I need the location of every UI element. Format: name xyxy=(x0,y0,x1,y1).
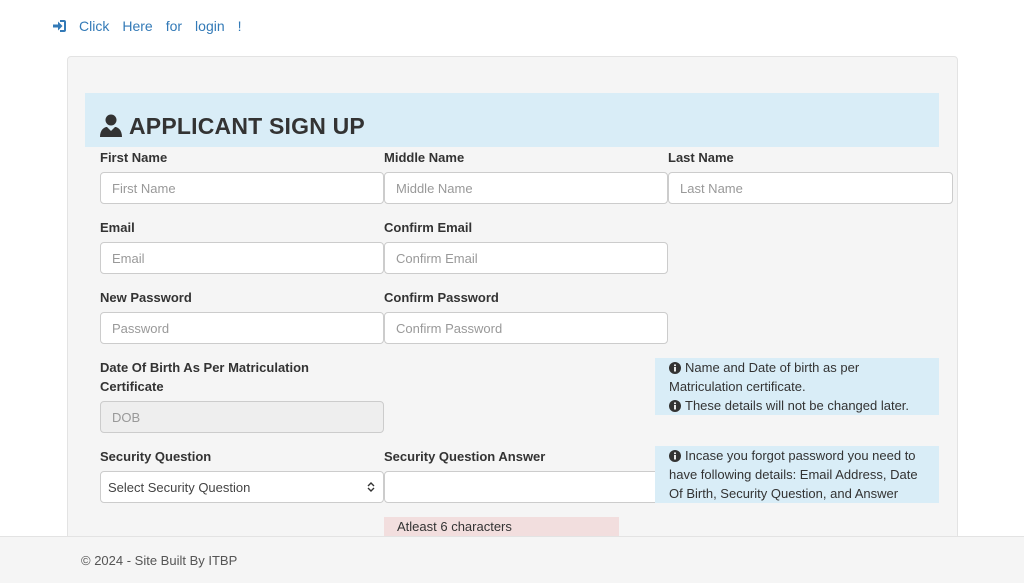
info-circle-icon xyxy=(669,450,681,462)
email-input[interactable] xyxy=(100,242,384,274)
info-line: Incase you forgot password you need to xyxy=(669,446,925,465)
info-circle-icon xyxy=(669,400,681,412)
info-line: Of Birth, Security Question, and Answer xyxy=(669,486,899,501)
login-link-word[interactable]: for xyxy=(166,18,182,34)
recovery-info-box: Incase you forgot password you need to h… xyxy=(655,446,939,503)
security-answer-label: Security Question Answer xyxy=(384,449,546,464)
login-link[interactable]: Click Here for login ! xyxy=(52,18,255,34)
password-hint: Atleast 6 characters xyxy=(384,517,619,537)
security-answer-input[interactable] xyxy=(384,471,668,503)
dob-label-line: Certificate xyxy=(100,379,164,394)
confirm-email-label: Confirm Email xyxy=(384,220,473,235)
new-password-label: New Password xyxy=(100,290,192,305)
page-title: APPLICANT SIGN UP xyxy=(129,112,365,139)
login-link-word[interactable]: ! xyxy=(238,18,242,34)
user-icon xyxy=(100,114,122,137)
dob-label-line: Date Of Birth As Per Matriculation xyxy=(100,360,309,375)
select-arrows-icon xyxy=(367,482,375,492)
email-label: Email xyxy=(100,220,135,235)
last-name-label: Last Name xyxy=(668,150,734,165)
security-question-select[interactable]: Select Security Question xyxy=(100,471,384,503)
info-text: Incase you forgot password you need to xyxy=(685,448,916,463)
dob-input[interactable] xyxy=(100,401,384,433)
security-question-selected: Select Security Question xyxy=(108,479,251,495)
login-link-word[interactable]: login xyxy=(195,18,225,34)
info-line: Matriculation certificate. xyxy=(669,379,806,394)
info-circle-icon xyxy=(669,362,681,374)
confirm-password-label: Confirm Password xyxy=(384,290,499,305)
info-line: Name and Date of birth as per xyxy=(669,358,925,377)
login-link-word[interactable]: Click xyxy=(79,18,109,34)
signup-header: APPLICANT SIGN UP xyxy=(85,93,939,147)
info-line: These details will not be changed later. xyxy=(669,396,925,415)
first-name-label: First Name xyxy=(100,150,168,165)
info-text: Name and Date of birth as per xyxy=(685,360,860,375)
middle-name-input[interactable] xyxy=(384,172,668,204)
dob-info-box: Name and Date of birth as per Matriculat… xyxy=(655,358,939,415)
security-question-label: Security Question xyxy=(100,449,212,464)
sign-in-icon xyxy=(53,20,66,32)
dob-label: Date Of Birth As Per Matriculation Certi… xyxy=(100,358,309,396)
new-password-input[interactable] xyxy=(100,312,384,344)
confirm-email-input[interactable] xyxy=(384,242,668,274)
last-name-input[interactable] xyxy=(668,172,953,204)
footer-text: © 2024 - Site Built By ITBP xyxy=(81,552,238,568)
middle-name-label: Middle Name xyxy=(384,150,465,165)
login-link-word[interactable]: Here xyxy=(122,18,152,34)
info-line: have following details: Email Address, D… xyxy=(669,467,918,482)
first-name-input[interactable] xyxy=(100,172,384,204)
footer: © 2024 - Site Built By ITBP xyxy=(0,536,1024,583)
confirm-password-input[interactable] xyxy=(384,312,668,344)
info-text: These details will not be changed later. xyxy=(685,398,910,413)
